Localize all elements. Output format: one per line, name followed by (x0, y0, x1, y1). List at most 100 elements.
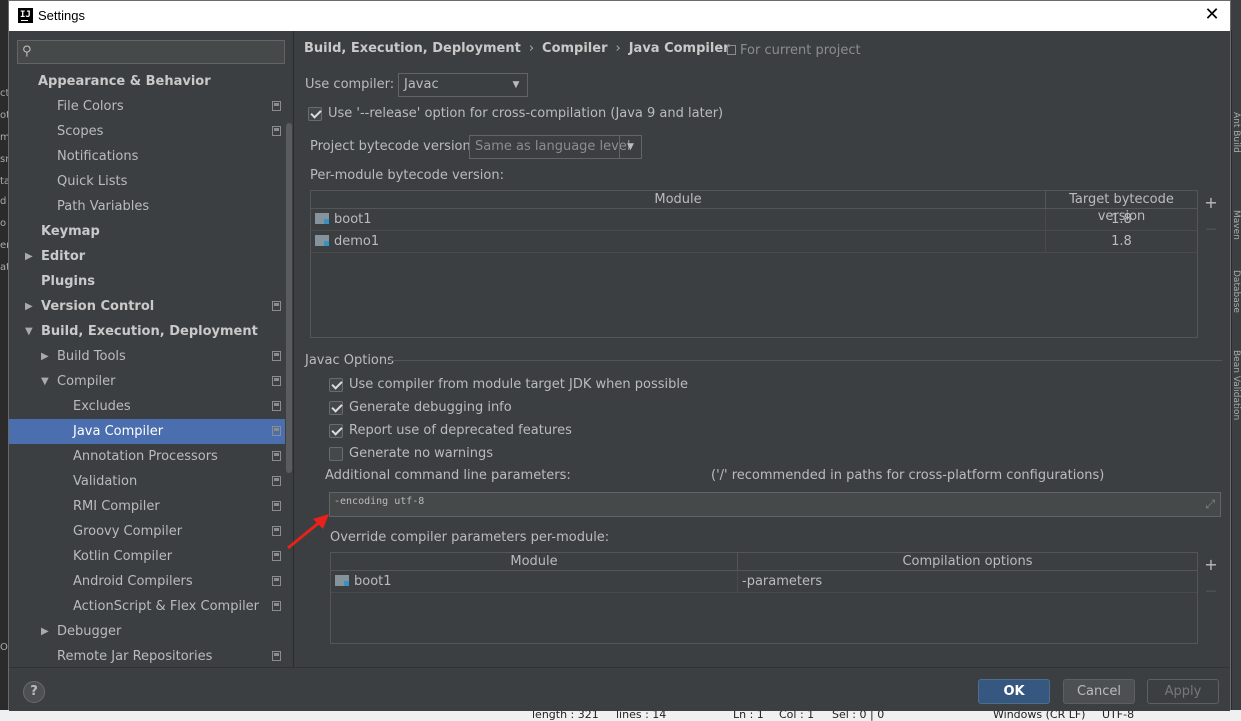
per-module-label: Per-module bytecode version: (310, 168, 504, 183)
background-ide-left: ct ot m sr ta d o er at OC (0, 0, 8, 721)
project-icon (272, 651, 281, 661)
column-header-module[interactable]: Module (331, 553, 738, 571)
sidebar-item[interactable]: Path Variables (9, 194, 285, 219)
sidebar-item[interactable]: Notifications (9, 144, 285, 169)
search-input[interactable]: ⚲ (17, 40, 285, 64)
sidebar-item[interactable]: Quick Lists (9, 169, 285, 194)
maven-tab[interactable]: Maven (1231, 210, 1241, 240)
add-override-icon[interactable]: + (1203, 557, 1219, 573)
dialog-footer: ? OK Cancel Apply (9, 667, 1230, 711)
sidebar-item[interactable]: ▶ Build Tools (9, 344, 285, 369)
sidebar-item-label: File Colors (57, 99, 124, 114)
background-fragment: o (0, 218, 7, 229)
background-fragment: ct (0, 88, 8, 99)
title-bar: IJ Settings ✕ (9, 1, 1230, 31)
sidebar-item[interactable]: Groovy Compiler (9, 519, 285, 544)
module-cell: demo1 (311, 231, 1046, 253)
sidebar-item[interactable]: ActionScript & Flex Compiler (9, 594, 285, 619)
sidebar-item-label: Quick Lists (57, 174, 128, 189)
breadcrumb-item[interactable]: Compiler (542, 41, 607, 56)
ok-button[interactable]: OK (978, 679, 1050, 704)
sidebar-item-label: Path Variables (57, 199, 150, 214)
help-icon[interactable]: ? (23, 681, 45, 703)
ant-build-tab[interactable]: Ant Build (1231, 112, 1241, 153)
sidebar-item-label: Build Tools (57, 349, 126, 364)
project-icon (272, 501, 281, 511)
intellij-logo-icon: IJ (18, 8, 33, 23)
version-cell[interactable]: 1.8 (1046, 209, 1197, 231)
additional-params-input[interactable]: -encoding utf-8 ⤢ (329, 492, 1221, 517)
sidebar-item-label: Excludes (73, 399, 131, 414)
version-cell[interactable]: 1.8 (1046, 231, 1197, 253)
sidebar-item[interactable]: RMI Compiler (9, 494, 285, 519)
column-header-compilation-options[interactable]: Compilation options (738, 553, 1197, 571)
sidebar-item-label: Plugins (41, 274, 95, 289)
chevron-right-icon[interactable]: ▶ (41, 619, 49, 644)
sidebar-item[interactable]: Android Compilers (9, 569, 285, 594)
sidebar-item[interactable]: Excludes (9, 394, 285, 419)
chevron-down-icon[interactable]: ▼ (41, 369, 49, 394)
cancel-button[interactable]: Cancel (1063, 679, 1135, 704)
checkbox-box[interactable] (329, 401, 343, 415)
sidebar-item[interactable]: File Colors (9, 94, 285, 119)
module-cell: boot1 (331, 571, 738, 593)
sidebar-item-label: RMI Compiler (73, 499, 160, 514)
override-params-label: Override compiler parameters per-module: (330, 530, 610, 545)
dropdown-arrow-icon: ▼ (619, 136, 641, 158)
sidebar-item[interactable]: ▶ Editor (9, 244, 285, 269)
remove-module-icon[interactable]: — (1203, 221, 1219, 237)
sidebar-item[interactable]: Java Compiler (9, 419, 285, 444)
column-header-target-version[interactable]: Target bytecode version (1046, 191, 1197, 224)
breadcrumb-item[interactable]: Build, Execution, Deployment (304, 41, 521, 56)
sidebar-item[interactable]: Remote Jar Repositories (9, 644, 285, 669)
background-fragment: sr (0, 154, 8, 165)
checkbox-box[interactable] (329, 424, 343, 438)
sidebar-item-label: Build, Execution, Deployment (41, 324, 258, 339)
sidebar-item[interactable]: Validation (9, 469, 285, 494)
background-status-bar: length : 321 lines : 14 Ln : 1 Col : 1 S… (0, 708, 1241, 721)
checkbox-box[interactable] (308, 107, 322, 121)
table-row[interactable]: demo1 1.8 (311, 231, 1197, 253)
remove-override-icon[interactable]: — (1203, 583, 1219, 599)
database-tab[interactable]: Database (1231, 270, 1241, 313)
sidebar-item[interactable]: Keymap (9, 219, 285, 244)
sidebar-item[interactable]: ▼ Build, Execution, Deployment (9, 319, 285, 344)
sidebar-item-label: ActionScript & Flex Compiler (73, 599, 260, 614)
background-ide-right: Ant Build Maven Database Bean Validation (1231, 30, 1241, 721)
sidebar-item[interactable]: Appearance & Behavior (9, 69, 285, 94)
sidebar-item[interactable]: Plugins (9, 269, 285, 294)
use-compiler-select[interactable]: Javac ▼ (398, 73, 528, 97)
chevron-down-icon[interactable]: ▼ (25, 319, 33, 344)
add-module-icon[interactable]: + (1203, 195, 1219, 211)
column-header-module[interactable]: Module (311, 191, 1046, 209)
sidebar-item[interactable]: ▶ Version Control (9, 294, 285, 319)
chevron-right-icon[interactable]: ▶ (25, 244, 33, 269)
checkbox-box[interactable] (329, 378, 343, 392)
sidebar-item[interactable]: ▼ Compiler (9, 369, 285, 394)
options-cell[interactable]: -parameters (738, 571, 1197, 593)
project-bytecode-select[interactable]: Same as language level ▼ (469, 135, 642, 159)
project-icon (727, 45, 736, 55)
additional-params-hint: ('/' recommended in paths for cross-plat… (711, 468, 1105, 483)
per-module-bytecode-table: Module Target bytecode version boot1 1.8… (310, 190, 1198, 338)
sidebar-scrollbar[interactable] (286, 123, 292, 473)
sidebar-item[interactable]: Scopes (9, 119, 285, 144)
chevron-right-icon[interactable]: ▶ (25, 294, 33, 319)
chevron-right-icon[interactable]: ▶ (41, 344, 49, 369)
background-fragment: at (0, 262, 8, 273)
use-compiler-label: Use compiler: (305, 77, 395, 92)
sidebar-item[interactable]: Annotation Processors (9, 444, 285, 469)
sidebar-item[interactable]: ▶ Debugger (9, 619, 285, 644)
sidebar-item-label: Kotlin Compiler (73, 549, 173, 564)
sidebar-item[interactable]: Kotlin Compiler (9, 544, 285, 569)
table-row[interactable]: boot1 1.8 (311, 209, 1197, 231)
expand-icon[interactable]: ⤢ (1205, 497, 1215, 512)
table-row[interactable]: boot1 -parameters (331, 571, 1197, 593)
checkbox-box[interactable] (329, 447, 343, 461)
sidebar-item-label: Debugger (57, 624, 122, 639)
close-icon[interactable]: ✕ (1202, 5, 1222, 25)
module-folder-icon (315, 235, 329, 246)
apply-button[interactable]: Apply (1147, 679, 1219, 704)
table-header: Module Target bytecode version (311, 191, 1197, 224)
bean-validation-tab[interactable]: Bean Validation (1231, 350, 1241, 420)
